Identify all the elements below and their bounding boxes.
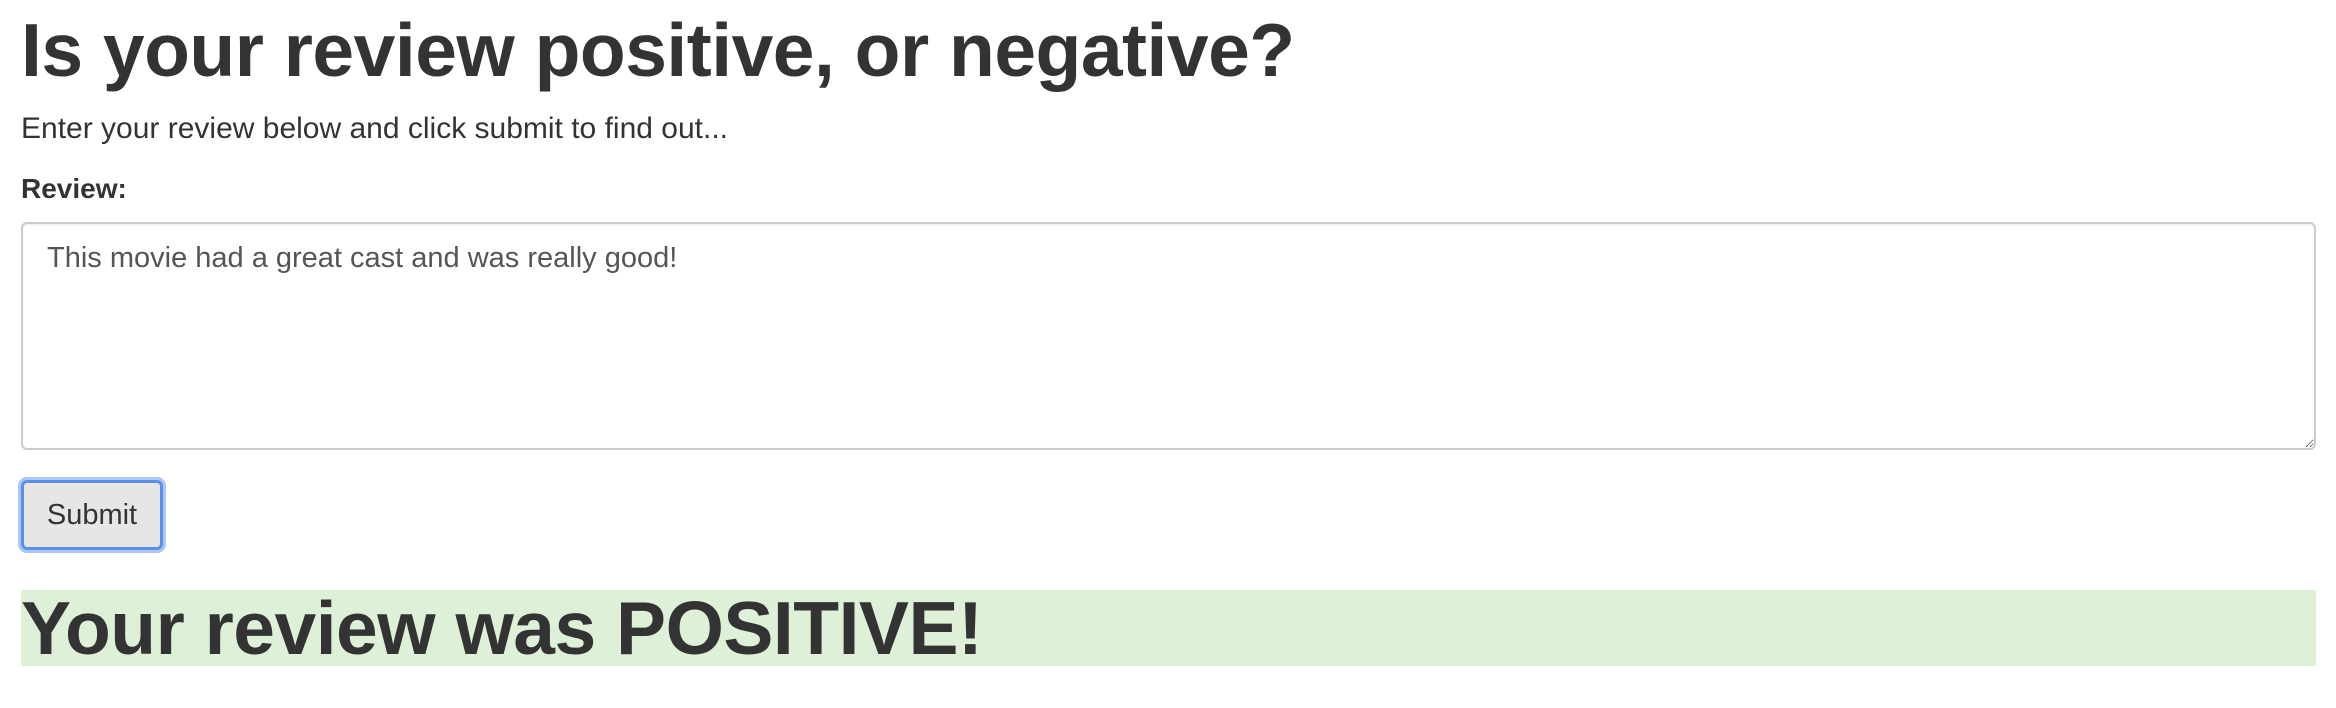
result-banner: Your review was POSITIVE!: [21, 590, 2316, 666]
review-form: Review: Submit: [21, 170, 2316, 550]
submit-button[interactable]: Submit: [21, 480, 163, 550]
review-label: Review:: [21, 173, 127, 204]
review-textarea[interactable]: [21, 222, 2316, 450]
intro-text: Enter your review below and click submit…: [21, 112, 728, 145]
page-title: Is your review positive, or negative?: [21, 8, 1295, 92]
main-container: Is your review positive, or negative? En…: [21, 0, 2316, 666]
result-text: Your review was POSITIVE!: [21, 590, 983, 666]
